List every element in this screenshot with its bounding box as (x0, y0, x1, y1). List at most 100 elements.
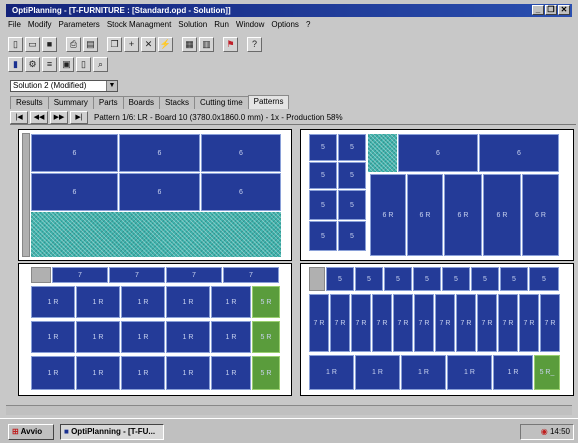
part-6r[interactable]: 6 R (483, 174, 521, 256)
part-1r[interactable]: 1 R (76, 321, 120, 353)
part-1r[interactable]: 1 R (401, 355, 446, 390)
part-1r[interactable]: 1 R (166, 321, 210, 353)
zoom-icon[interactable]: ⌕ (93, 56, 108, 72)
part-1r[interactable]: 1 R (76, 356, 120, 390)
part-7r[interactable]: 7 R (414, 294, 434, 352)
open-icon[interactable]: ▭ (25, 36, 40, 52)
part-7[interactable]: 7 (109, 267, 165, 283)
part-7r[interactable]: 7 R (309, 294, 329, 352)
part-5r[interactable]: 5 R (252, 356, 280, 390)
part-1r[interactable]: 1 R (31, 321, 75, 353)
pattern-panel-4[interactable]: 5 5 5 5 5 5 5 5 7 R 7 R 7 R 7 R 7 R 7 R … (300, 263, 574, 396)
part-6r[interactable]: 6 R (522, 174, 559, 256)
part-6[interactable]: 6 (398, 134, 478, 172)
part-7[interactable]: 7 (223, 267, 279, 283)
part-1r[interactable]: 1 R (211, 286, 251, 318)
part-5[interactable]: 5 (338, 190, 366, 220)
minimize-button[interactable]: _ (532, 5, 544, 15)
part-6[interactable]: 6 (201, 173, 281, 211)
save-icon[interactable]: ■ (42, 36, 57, 52)
taskbar-item-optiplanning[interactable]: ■ OptiPlanning - [T-FU... (60, 424, 164, 440)
part-1r[interactable]: 1 R (211, 321, 251, 353)
tab-stacks[interactable]: Stacks (158, 96, 195, 109)
report-icon[interactable]: ▥ (199, 36, 214, 52)
part-1r[interactable]: 1 R (493, 355, 533, 390)
start-button[interactable]: ⊞ Avvio (8, 424, 54, 440)
part-1r[interactable]: 1 R (121, 321, 165, 353)
part-5[interactable]: 5 (309, 162, 337, 189)
part-5[interactable]: 5 (471, 267, 499, 291)
part-7r[interactable]: 7 R (456, 294, 476, 352)
new-icon[interactable]: ▯ (8, 36, 23, 52)
part-7[interactable]: 7 (52, 267, 108, 283)
pattern-panel-2[interactable]: 5 5 5 5 5 5 5 5 6 6 6 R 6 R 6 R 6 R 6 R (300, 129, 574, 261)
tab-patterns[interactable]: Patterns (247, 95, 290, 109)
part-7r[interactable]: 7 R (477, 294, 497, 352)
run-icon[interactable]: ⚡ (158, 36, 173, 52)
flag-icon[interactable]: ⚑ (223, 36, 238, 52)
print-icon[interactable]: ⎙ (66, 36, 81, 52)
part-6r[interactable]: 6 R (444, 174, 482, 256)
part-6r[interactable]: 6 R (370, 174, 406, 256)
delete-icon[interactable]: ✕ (141, 36, 156, 52)
part-6[interactable]: 6 (119, 134, 200, 172)
part-5[interactable]: 5 (355, 267, 383, 291)
menu-help[interactable]: ? (306, 19, 310, 31)
part-7r[interactable]: 7 R (351, 294, 371, 352)
part-7r[interactable]: 7 R (372, 294, 392, 352)
add-icon[interactable]: + (124, 36, 139, 52)
part-7r[interactable]: 7 R (498, 294, 518, 352)
part-5[interactable]: 5 (442, 267, 470, 291)
tab-results[interactable]: Results (10, 96, 49, 109)
part-5[interactable]: 5 (309, 190, 337, 220)
menu-modify[interactable]: Modify (28, 19, 52, 31)
next-pattern-button[interactable]: ▶▶ (50, 110, 68, 124)
part-7r[interactable]: 7 R (330, 294, 350, 352)
part-1r[interactable]: 1 R (121, 356, 165, 390)
help-icon[interactable]: ? (247, 36, 262, 52)
part-1r[interactable]: 1 R (166, 286, 210, 318)
pattern-panel-1[interactable]: 6 6 6 6 6 6 (18, 129, 292, 261)
part-6[interactable]: 6 (31, 173, 118, 211)
part-5[interactable]: 5 (309, 221, 337, 251)
part-7r[interactable]: 7 R (393, 294, 413, 352)
tab-summary[interactable]: Summary (47, 96, 94, 109)
part-5[interactable]: 5 (529, 267, 559, 291)
file-icon[interactable]: ▯ (76, 56, 91, 72)
menu-solution[interactable]: Solution (178, 19, 207, 31)
part-7r[interactable]: 7 R (435, 294, 455, 352)
tab-boards[interactable]: Boards (122, 96, 160, 109)
part-1r[interactable]: 1 R (355, 355, 400, 390)
part-5[interactable]: 5 (338, 134, 366, 161)
part-6r[interactable]: 6 R (407, 174, 443, 256)
part-5[interactable]: 5 (500, 267, 528, 291)
menu-stock-managment[interactable]: Stock Managment (107, 19, 171, 31)
solution-select[interactable]: Solution 2 (Modified) ▼ (10, 80, 118, 92)
part-1r[interactable]: 1 R (211, 356, 251, 390)
part-7r[interactable]: 7 R (540, 294, 560, 352)
part-6[interactable]: 6 (201, 134, 281, 172)
menu-file[interactable]: File (8, 19, 21, 31)
part-5r[interactable]: 5 R (252, 321, 280, 353)
part-1r[interactable]: 1 R (447, 355, 492, 390)
part-5r[interactable]: 5 R (252, 286, 280, 318)
sheet-icon[interactable]: ▣ (59, 56, 74, 72)
part-5[interactable]: 5 (384, 267, 412, 291)
menu-options[interactable]: Options (271, 19, 299, 31)
part-1r[interactable]: 1 R (309, 355, 354, 390)
stack-icon[interactable]: ≡ (42, 56, 57, 72)
maximize-button[interactable]: ❐ (545, 5, 557, 15)
gear-icon[interactable]: ⚙ (25, 56, 40, 72)
part-1r[interactable]: 1 R (31, 356, 75, 390)
menu-run[interactable]: Run (214, 19, 229, 31)
part-1r[interactable]: 1 R (166, 356, 210, 390)
part-6[interactable]: 6 (119, 173, 200, 211)
part-1r[interactable]: 1 R (121, 286, 165, 318)
preview-icon[interactable]: ▤ (83, 36, 98, 52)
part-7r[interactable]: 7 R (519, 294, 539, 352)
close-button[interactable]: ✕ (558, 5, 570, 15)
tab-cutting-time[interactable]: Cutting time (193, 96, 249, 109)
menu-parameters[interactable]: Parameters (58, 19, 99, 31)
tray-shield-icon[interactable]: ◉ (541, 427, 548, 436)
part-5[interactable]: 5 (338, 162, 366, 189)
